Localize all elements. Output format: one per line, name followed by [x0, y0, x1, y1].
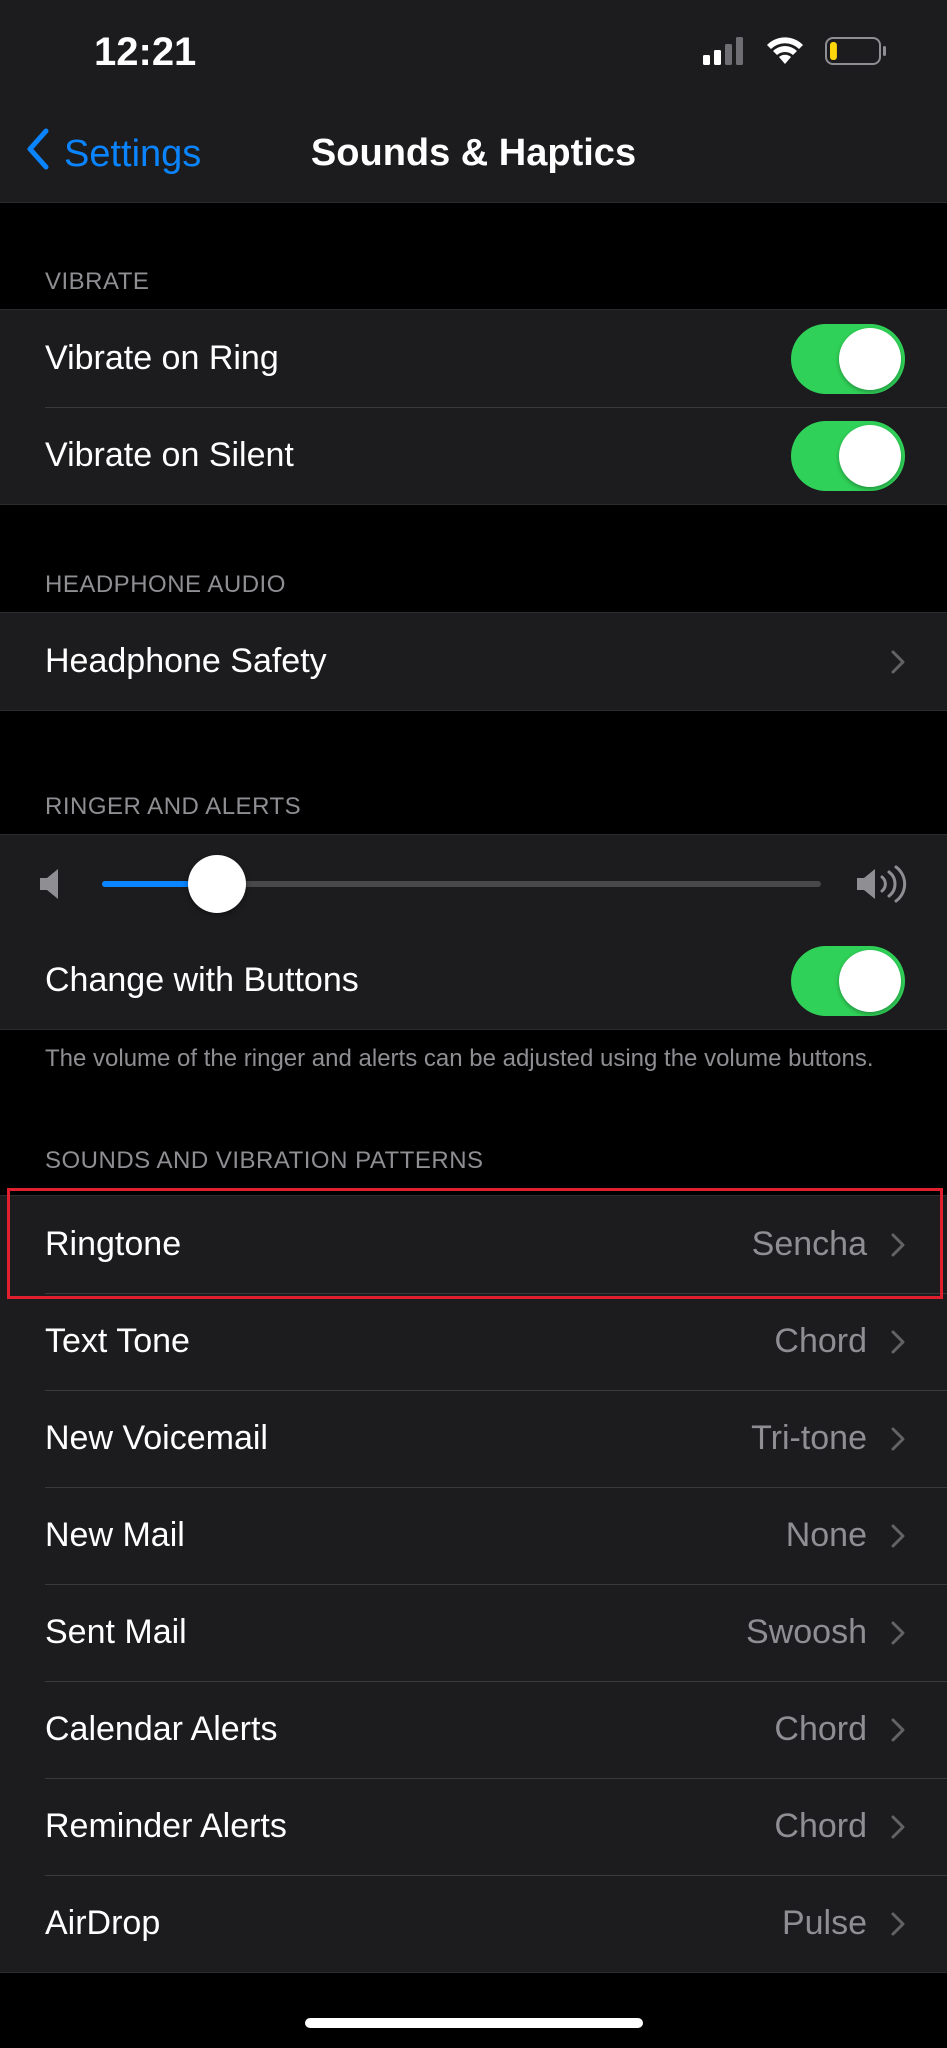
sent-mail-label: Sent Mail: [45, 1613, 187, 1651]
chevron-right-icon: [891, 1718, 905, 1742]
sent-mail-value: Swoosh: [746, 1613, 867, 1651]
text-tone-row[interactable]: Text Tone Chord: [0, 1293, 947, 1390]
new-voicemail-value: Tri-tone: [751, 1419, 867, 1457]
new-voicemail-row[interactable]: New Voicemail Tri-tone: [0, 1390, 947, 1487]
vibrate-on-silent-toggle[interactable]: [791, 420, 905, 491]
section-header-ringer-alerts: RINGER AND ALERTS: [45, 793, 302, 820]
ringtone-value: Sencha: [751, 1225, 867, 1263]
section-header-vibrate: VIBRATE: [45, 268, 150, 295]
new-mail-row[interactable]: New Mail None: [0, 1487, 947, 1584]
vibrate-on-ring-label: Vibrate on Ring: [45, 339, 279, 377]
chevron-right-icon: [891, 1815, 905, 1839]
chevron-right-icon: [891, 1427, 905, 1451]
ringtone-label: Ringtone: [45, 1225, 182, 1263]
toggle-knob: [839, 327, 901, 390]
wifi-icon: [765, 36, 805, 71]
reminder-alerts-row[interactable]: Reminder Alerts Chord: [0, 1778, 947, 1875]
vibrate-on-ring-row: Vibrate on Ring: [0, 310, 947, 407]
ringer-volume-slider-row: [0, 835, 947, 932]
home-indicator: [304, 2018, 643, 2028]
chevron-right-icon: [891, 1233, 905, 1257]
chevron-right-icon: [891, 1912, 905, 1936]
toggle-knob: [839, 949, 901, 1012]
slider-thumb[interactable]: [188, 855, 247, 913]
text-tone-value: Chord: [774, 1322, 867, 1360]
section-header-headphone-audio: HEADPHONE AUDIO: [45, 571, 286, 598]
new-voicemail-label: New Voicemail: [45, 1419, 268, 1457]
nav-bar: Settings Sounds & Haptics: [0, 108, 947, 203]
new-mail-label: New Mail: [45, 1516, 185, 1554]
text-tone-label: Text Tone: [45, 1322, 190, 1360]
reminder-alerts-value: Chord: [774, 1807, 867, 1845]
change-with-buttons-toggle[interactable]: [791, 945, 905, 1016]
toggle-knob: [839, 424, 901, 487]
patterns-group: Ringtone Sencha Text Tone Chord New Voic…: [0, 1195, 947, 1973]
status-icons: [703, 36, 887, 71]
calendar-alerts-row[interactable]: Calendar Alerts Chord: [0, 1681, 947, 1778]
ringer-group: Change with Buttons: [0, 834, 947, 1030]
ringer-volume-slider[interactable]: [102, 855, 821, 913]
chevron-right-icon: [891, 1524, 905, 1548]
page-title: Sounds & Haptics: [310, 132, 637, 174]
headphone-safety-label: Headphone Safety: [45, 642, 327, 680]
speaker-low-icon: [38, 867, 64, 906]
airdrop-value: Pulse: [781, 1904, 867, 1942]
airdrop-label: AirDrop: [45, 1904, 161, 1942]
cellular-signal-icon: [703, 37, 745, 70]
headphone-safety-row[interactable]: Headphone Safety: [0, 613, 947, 710]
calendar-alerts-value: Chord: [774, 1710, 867, 1748]
reminder-alerts-label: Reminder Alerts: [45, 1807, 287, 1845]
section-header-sounds-patterns: SOUNDS AND VIBRATION PATTERNS: [45, 1147, 484, 1174]
ringtone-row[interactable]: Ringtone Sencha: [0, 1196, 947, 1293]
change-with-buttons-label: Change with Buttons: [45, 961, 359, 999]
airdrop-row[interactable]: AirDrop Pulse: [0, 1875, 947, 1972]
vibrate-on-silent-label: Vibrate on Silent: [45, 436, 294, 474]
speaker-high-icon: [855, 865, 909, 908]
chevron-right-icon: [891, 1621, 905, 1645]
ringer-footer-note: The volume of the ringer and alerts can …: [45, 1045, 874, 1072]
status-bar: 12:21: [0, 0, 947, 108]
status-time: 12:21: [94, 30, 197, 74]
chevron-right-icon: [891, 1330, 905, 1354]
sent-mail-row[interactable]: Sent Mail Swoosh: [0, 1584, 947, 1681]
calendar-alerts-label: Calendar Alerts: [45, 1710, 278, 1748]
new-mail-value: None: [785, 1516, 867, 1554]
chevron-right-icon: [891, 650, 905, 674]
headphone-group: Headphone Safety: [0, 612, 947, 711]
vibrate-on-silent-row: Vibrate on Silent: [0, 407, 947, 504]
vibrate-group: Vibrate on Ring Vibrate on Silent: [0, 309, 947, 505]
change-with-buttons-row: Change with Buttons: [0, 932, 947, 1029]
vibrate-on-ring-toggle[interactable]: [791, 323, 905, 394]
battery-low-icon: [825, 37, 887, 70]
